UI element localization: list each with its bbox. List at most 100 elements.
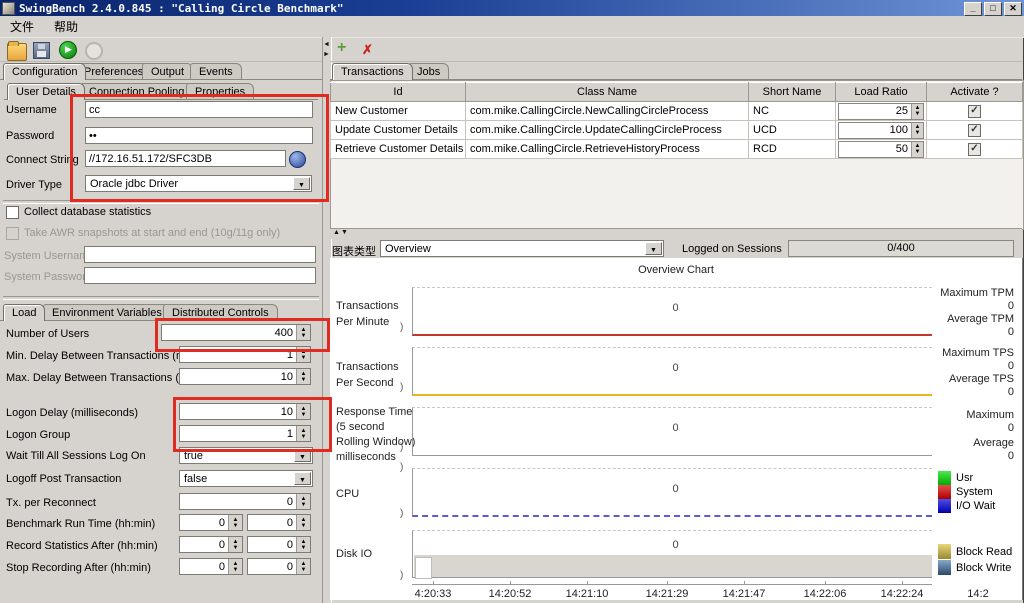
tab-events[interactable]: Events — [190, 63, 242, 80]
chevron-down-icon[interactable] — [294, 449, 311, 462]
min-delay-spinner[interactable]: 1 ▲▼ — [179, 346, 311, 363]
table-row[interactable]: Update Customer Details com.mike.Calling… — [331, 121, 1023, 140]
stop-minutes-spinner[interactable]: 0 ▲▼ — [247, 558, 311, 575]
spinner-arrows-icon[interactable]: ▲▼ — [228, 559, 242, 574]
table-row[interactable]: New Customer com.mike.CallingCircle.NewC… — [331, 102, 1023, 121]
record-minutes-spinner[interactable]: 0 ▲▼ — [247, 536, 311, 553]
tab-configuration[interactable]: Configuration — [3, 63, 86, 80]
activate-checkbox[interactable] — [968, 124, 981, 137]
cell-class-name[interactable]: com.mike.CallingCircle.UpdateCallingCirc… — [466, 121, 749, 140]
collapse-up-icon[interactable]: ▲ — [333, 229, 340, 236]
disk-io-scroll-thumb[interactable] — [415, 557, 432, 579]
add-transaction-icon[interactable] — [337, 41, 355, 57]
cpu-plot: 0 — [412, 468, 932, 517]
password-input[interactable] — [85, 127, 313, 144]
connection-test-icon[interactable] — [289, 151, 306, 168]
open-file-icon[interactable] — [7, 43, 27, 61]
header-activate[interactable]: Activate ? — [927, 83, 1023, 102]
close-button[interactable]: ✕ — [1004, 2, 1022, 16]
collect-statistics-label: Collect database statistics — [24, 206, 151, 218]
load-ratio-spinner[interactable]: 100▲▼ — [838, 122, 924, 139]
cell-short-name[interactable]: NC — [749, 102, 836, 121]
menu-file[interactable]: 文件 — [0, 16, 44, 37]
tab-connection-pooling[interactable]: Connection Pooling — [80, 83, 193, 100]
spinner-arrows-icon[interactable]: ▲▼ — [296, 369, 310, 384]
header-class-name[interactable]: Class Name — [466, 83, 749, 102]
username-input[interactable] — [85, 101, 313, 118]
driver-type-select[interactable]: Oracle jdbc Driver — [85, 175, 312, 192]
response-time-plot: 0 — [412, 407, 932, 456]
spinner-arrows-icon[interactable]: ▲▼ — [296, 537, 310, 552]
spinner-arrows-icon[interactable]: ▲▼ — [296, 494, 310, 509]
system-legend-swatch — [938, 485, 951, 499]
spinner-arrows-icon[interactable]: ▲▼ — [911, 123, 923, 138]
spinner-arrows-icon[interactable]: ▲▼ — [911, 104, 923, 119]
spinner-arrows-icon[interactable]: ▲▼ — [296, 426, 310, 441]
menu-bar: 文件 帮助 — [0, 16, 1024, 38]
logoff-post-select[interactable]: false — [179, 470, 313, 487]
save-icon[interactable] — [33, 42, 50, 59]
tab-user-details[interactable]: User Details — [7, 83, 85, 100]
header-short-name[interactable]: Short Name — [749, 83, 836, 102]
disk-io-row-label: Disk IO — [336, 546, 372, 562]
tab-environment-variables[interactable]: Environment Variables — [43, 304, 171, 321]
app-icon — [2, 2, 15, 15]
chevron-down-icon[interactable] — [645, 242, 662, 255]
minimize-button[interactable]: _ — [964, 2, 982, 16]
start-benchmark-icon[interactable] — [59, 41, 77, 59]
tab-output[interactable]: Output — [142, 63, 193, 80]
cell-class-name[interactable]: com.mike.CallingCircle.NewCallingCircleP… — [466, 102, 749, 121]
table-row[interactable]: Retrieve Customer Details com.mike.Calli… — [331, 140, 1023, 159]
spinner-arrows-icon[interactable]: ▲▼ — [296, 325, 310, 340]
collect-statistics-checkbox[interactable] — [6, 206, 19, 219]
tab-transactions[interactable]: Transactions — [332, 63, 413, 80]
collapse-left-icon[interactable]: ◄ — [323, 41, 330, 48]
stop-benchmark-icon[interactable] — [85, 42, 103, 60]
header-id[interactable]: Id — [331, 83, 466, 102]
wait-sessions-select[interactable]: true — [179, 447, 313, 464]
number-of-users-spinner[interactable]: 400 ▲▼ — [161, 324, 311, 341]
tab-load[interactable]: Load — [3, 304, 45, 321]
chevron-down-icon[interactable] — [293, 177, 310, 190]
max-delay-spinner[interactable]: 10 ▲▼ — [179, 368, 311, 385]
menu-help[interactable]: 帮助 — [44, 16, 88, 37]
chevron-down-icon[interactable] — [294, 472, 311, 485]
cell-id[interactable]: Update Customer Details — [331, 121, 466, 140]
logon-delay-spinner[interactable]: 10 ▲▼ — [179, 403, 311, 420]
record-hours-spinner[interactable]: 0 ▲▼ — [179, 536, 243, 553]
header-load-ratio[interactable]: Load Ratio — [836, 83, 927, 102]
expand-right-icon[interactable]: ► — [323, 51, 330, 58]
spinner-arrows-icon[interactable]: ▲▼ — [911, 142, 923, 157]
tab-properties[interactable]: Properties — [186, 83, 254, 100]
cell-id[interactable]: Retrieve Customer Details — [331, 140, 466, 159]
activate-checkbox[interactable] — [968, 143, 981, 156]
cell-short-name[interactable]: RCD — [749, 140, 836, 159]
expand-down-icon[interactable]: ▼ — [341, 229, 348, 236]
spinner-arrows-icon[interactable]: ▲▼ — [296, 347, 310, 362]
cell-id[interactable]: New Customer — [331, 102, 466, 121]
tab-jobs[interactable]: Jobs — [408, 63, 449, 80]
x-tick-label: 14:20:52 — [489, 588, 532, 600]
spinner-arrows-icon[interactable]: ▲▼ — [228, 537, 242, 552]
stop-hours-spinner[interactable]: 0 ▲▼ — [179, 558, 243, 575]
spinner-arrows-icon[interactable]: ▲▼ — [228, 515, 242, 530]
logon-group-spinner[interactable]: 1 ▲▼ — [179, 425, 311, 442]
spinner-arrows-icon[interactable]: ▲▼ — [296, 404, 310, 419]
cell-short-name[interactable]: UCD — [749, 121, 836, 140]
runtime-hours-spinner[interactable]: 0 ▲▼ — [179, 514, 243, 531]
activate-checkbox[interactable] — [968, 105, 981, 118]
spinner-arrows-icon[interactable]: ▲▼ — [296, 515, 310, 530]
load-ratio-spinner[interactable]: 25▲▼ — [838, 103, 924, 120]
tab-preferences[interactable]: Preferences — [75, 63, 152, 80]
connect-string-input[interactable] — [85, 150, 286, 167]
runtime-minutes-spinner[interactable]: 0 ▲▼ — [247, 514, 311, 531]
maximize-button[interactable]: □ — [984, 2, 1002, 16]
spinner-arrows-icon[interactable]: ▲▼ — [296, 559, 310, 574]
tab-distributed-controls[interactable]: Distributed Controls — [163, 304, 278, 321]
chart-type-select[interactable]: Overview — [380, 240, 664, 257]
tx-per-reconnect-spinner[interactable]: 0 ▲▼ — [179, 493, 311, 510]
cell-class-name[interactable]: com.mike.CallingCircle.RetrieveHistoryPr… — [466, 140, 749, 159]
load-ratio-spinner[interactable]: 50▲▼ — [838, 141, 924, 158]
delete-transaction-icon[interactable] — [362, 42, 380, 58]
horizontal-splitter[interactable]: ▲ ▼ — [330, 228, 1022, 239]
